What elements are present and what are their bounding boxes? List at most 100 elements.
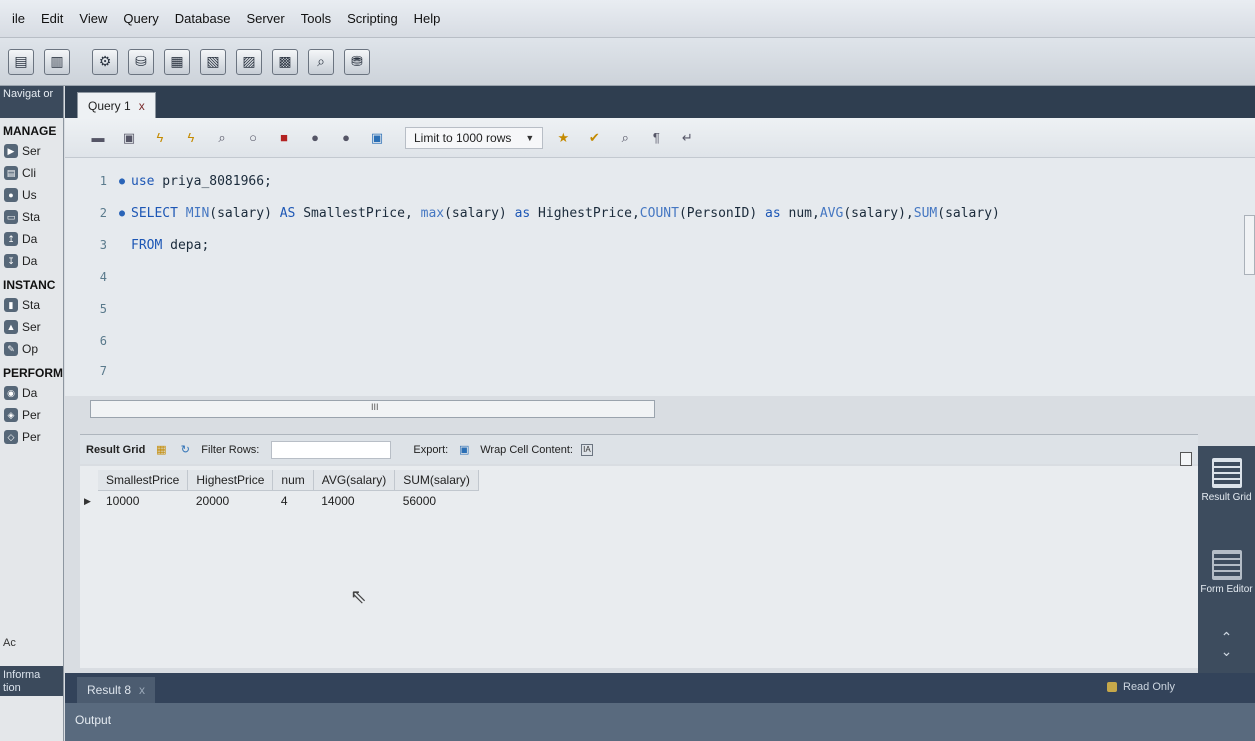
tab-query-1[interactable]: Query 1 x [77,92,156,118]
nav-data-import[interactable]: ↧ Da [0,250,63,272]
result-tab-strip: Result 8 x Read Only [65,673,1255,703]
menu-scripting[interactable]: Scripting [339,11,406,26]
wrap-lines-icon[interactable]: ↵ [676,127,698,149]
create-view-icon[interactable]: ▧ [200,48,226,75]
side-form-editor-button[interactable]: Form Editor [1198,550,1255,595]
open-sql-file-icon[interactable]: ▥ [44,48,70,75]
table-row[interactable]: 10000 20000 4 14000 56000 [98,491,478,512]
open-file-icon[interactable]: ▬ [87,127,109,149]
close-tab-icon[interactable]: x [139,683,145,697]
table-cell[interactable]: 20000 [188,491,273,512]
column-header[interactable]: num [272,470,314,491]
execute-current-icon[interactable]: ϟ [180,127,202,149]
nav-client-connections[interactable]: ▤ Cli [0,162,63,184]
line-number: 4 [99,270,107,284]
explain-icon[interactable]: ⌕ [211,127,233,149]
tab-result-8-label: Result 8 [87,683,132,697]
editor-vertical-scrollbar[interactable] [1244,215,1255,275]
wrap-cell-toggle-icon[interactable]: IA [580,443,593,456]
create-function-icon[interactable]: ▩ [272,48,298,75]
grid-icon[interactable]: ▦ [153,442,169,458]
column-header[interactable]: SUM(salary) [394,470,479,491]
column-header[interactable]: HighestPrice [187,470,274,491]
nav-options-file[interactable]: ✎ Op [0,338,63,360]
read-only-status: Read Only [1107,681,1175,693]
nav-users-privileges[interactable]: ● Us [0,184,63,206]
column-header[interactable]: AVG(salary) [313,470,396,491]
dashboard-icon: ◉ [4,386,18,400]
panel-scroll-arrows-icon[interactable]: ⌃ ⌄ [1198,630,1255,658]
result-toolbar: Result Grid ▦ ↻ Filter Rows: Export: ▣ W… [80,434,1198,464]
refresh-icon[interactable]: ↻ [177,442,193,458]
menu-file[interactable]: ile [4,11,33,26]
execute-icon[interactable]: ϟ [149,127,171,149]
nav-server-status[interactable]: ▶ Ser [0,140,63,162]
tab-result-8[interactable]: Result 8 x [77,677,156,703]
code-text: SELECT MIN(salary) AS SmallestPrice, max… [131,205,1000,221]
editor-horizontal-scrollbar[interactable]: III [90,400,655,418]
menu-edit[interactable]: Edit [33,11,71,26]
navigator-panel: Navigat or MANAGE ▶ Ser ▤ Cli ● Us ▭ Sta ↥ Da… [0,86,64,741]
menu-bar: ile Edit View Query Database Server Tool… [0,0,1255,38]
table-cell[interactable]: 56000 [395,491,479,512]
schema-setup-icon: ◇ [4,430,18,444]
limit-rows-select[interactable]: Limit to 1000 rows ▼ [405,126,544,149]
client-connections-icon: ▤ [4,166,18,180]
navigator-title: Navigat or [0,86,63,118]
limit-rows-label: Limit to 1000 rows [414,130,512,145]
nav-startup-shutdown[interactable]: ▮ Sta [0,294,63,316]
stop-icon[interactable]: ○ [242,127,264,149]
export-icon: ↥ [4,232,18,246]
menu-tools[interactable]: Tools [293,11,339,26]
create-schema-icon[interactable]: ⛁ [128,48,154,75]
search-table-icon[interactable]: ⌕ [308,48,334,75]
result-grid: ▶ SmallestPrice HighestPrice num AVG(sal… [80,466,1198,668]
nav-dashboard[interactable]: ◉ Da [0,382,63,404]
connection-icon[interactable]: ⚙ [92,48,118,75]
toggle-error-icon[interactable]: ■ [273,127,295,149]
nav-performance-reports[interactable]: ◈ Per [0,404,63,426]
commit-icon[interactable]: ● [304,127,326,149]
warning-icon: ▲ [4,320,18,334]
toggle-panel-icon[interactable] [1180,452,1192,466]
mouse-cursor-icon: ⇖ [350,586,367,608]
reconnect-icon[interactable]: ⛃ [344,48,370,75]
export-icon[interactable]: ▣ [456,442,472,458]
line-number: 7 [99,364,107,378]
beautify-icon[interactable]: ★ [552,127,574,149]
column-header[interactable]: SmallestPrice [98,470,189,491]
table-cell[interactable]: 4 [273,491,313,512]
menu-database[interactable]: Database [167,11,239,26]
format-icon[interactable]: ✔ [583,127,605,149]
save-icon[interactable]: ▣ [118,127,140,149]
menu-help[interactable]: Help [406,11,449,26]
autocommit-icon[interactable]: ▣ [366,127,388,149]
nav-server-logs[interactable]: ▲ Ser [0,316,63,338]
editor-line: 7 [65,360,113,382]
table-cell[interactable]: 14000 [313,491,394,512]
wrap-cell-label: Wrap Cell Content: [480,443,573,456]
line-number: 1 [99,174,107,188]
side-result-grid-button[interactable]: Result Grid [1198,458,1255,503]
result-side-panel: Result Grid Form Editor ⌃ ⌄ [1198,446,1255,673]
sql-editor[interactable]: 1 ● use priya_8081966; 2 ● SELECT MIN(sa… [65,158,1255,396]
rollback-icon[interactable]: ● [335,127,357,149]
line-number: 6 [99,334,107,348]
nav-status-variables[interactable]: ▭ Sta [0,206,63,228]
menu-server[interactable]: Server [238,11,292,26]
result-grid-label[interactable]: Result Grid [86,444,145,456]
filter-rows-input[interactable] [271,440,392,459]
server-status-icon: ▶ [4,144,18,158]
close-tab-icon[interactable]: x [139,99,145,113]
find-icon[interactable]: ⌕ [614,127,636,149]
nav-data-export[interactable]: ↥ Da [0,228,63,250]
table-cell[interactable]: 10000 [98,491,188,512]
create-procedure-icon[interactable]: ▨ [236,48,262,75]
menu-view[interactable]: View [71,11,115,26]
navigator-footer[interactable]: Ac [0,634,19,652]
nav-performance-schema[interactable]: ◇ Per [0,426,63,448]
create-table-icon[interactable]: ▦ [164,48,190,75]
menu-query[interactable]: Query [115,11,166,26]
new-sql-tab-icon[interactable]: ▤ [8,48,34,75]
invisible-chars-icon[interactable]: ¶ [645,127,667,149]
